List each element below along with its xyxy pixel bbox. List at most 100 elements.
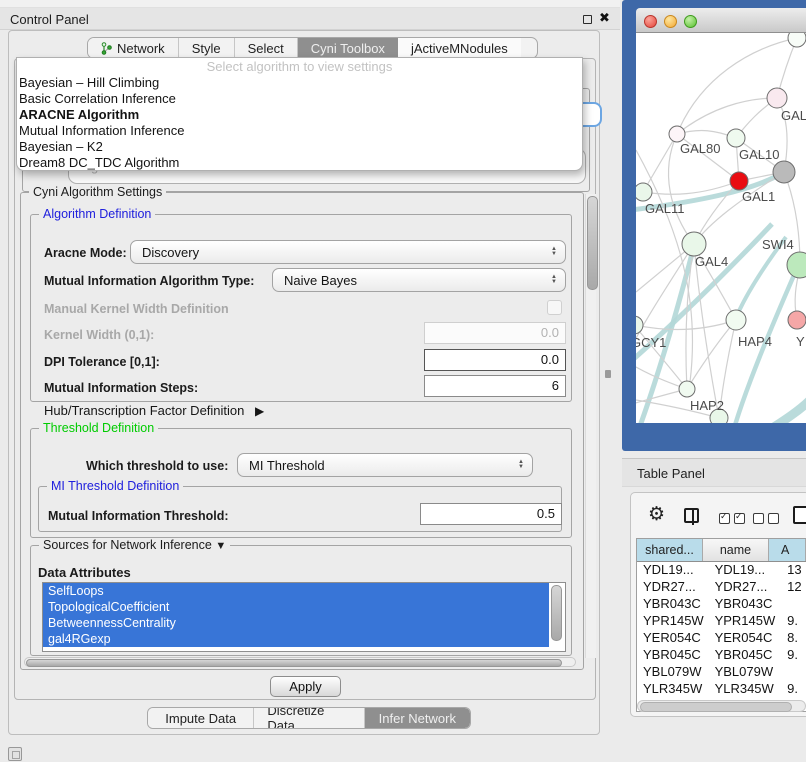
network-node-gray[interactable] xyxy=(773,161,795,183)
splitter-handle[interactable] xyxy=(605,370,611,378)
network-node-gal1-selected[interactable] xyxy=(730,172,748,190)
mi-algorithm-type-combo[interactable]: Naive Bayes ▲▼ xyxy=(272,268,566,292)
settings-vertical-scrollbar[interactable] xyxy=(585,194,596,658)
dropdown-option[interactable]: Basic Correlation Inference xyxy=(17,91,582,107)
settings-horizontal-scrollbar-thumb[interactable] xyxy=(26,659,562,667)
table-icon[interactable] xyxy=(793,506,806,524)
dropdown-option[interactable]: Mutual Information Inference xyxy=(17,123,582,139)
aracne-mode-value: Discovery xyxy=(142,245,551,260)
minimize-traffic-light-icon[interactable] xyxy=(664,15,677,28)
tab-discretize-data[interactable]: Discretize Data xyxy=(254,708,364,728)
network-edge[interactable] xyxy=(643,134,677,192)
tab-network[interactable]: Network xyxy=(88,38,179,58)
tab-impute-data-label: Impute Data xyxy=(165,711,236,726)
close-traffic-light-icon[interactable] xyxy=(644,15,657,28)
list-item-selected[interactable]: gal4RGexp xyxy=(43,631,549,647)
column-header-shared-name[interactable]: shared... xyxy=(637,539,703,561)
node-label-gal1: GAL1 xyxy=(742,189,775,204)
bottom-tabbar: Impute Data Discretize Data Infer Networ… xyxy=(147,707,471,729)
mi-threshold-field[interactable]: 0.5 xyxy=(420,503,562,525)
unchecked-boxes-icon[interactable] xyxy=(753,513,779,524)
float-window-icon[interactable] xyxy=(583,15,592,24)
network-node-hap4[interactable] xyxy=(726,310,746,330)
network-edge[interactable] xyxy=(677,98,777,134)
zoom-traffic-light-icon[interactable] xyxy=(684,15,697,28)
checked-boxes-icon[interactable] xyxy=(719,513,745,524)
network-canvas[interactable]: GAL GAL80 GAL10 GAL1 GAL11 GAL4 SWI4 GCY… xyxy=(636,33,806,423)
network-node-gal4[interactable] xyxy=(682,232,706,256)
settings-vertical-scrollbar-thumb[interactable] xyxy=(587,196,598,290)
network-node-gal10[interactable] xyxy=(727,129,745,147)
mi-steps-field[interactable]: 6 xyxy=(424,375,566,397)
table-row[interactable]: YER054CYER054C8. xyxy=(637,630,806,647)
list-item-selected[interactable]: BetweennessCentrality xyxy=(43,615,549,631)
table-row[interactable]: YDL19...YDL19...13 xyxy=(637,562,806,579)
data-attributes-label: Data Attributes xyxy=(38,565,131,580)
network-node-gal11[interactable] xyxy=(636,183,652,201)
node-label-hap2: HAP2 xyxy=(690,398,724,413)
node-label-gal80: GAL80 xyxy=(680,141,720,156)
which-threshold-combo[interactable]: MI Threshold ▲▼ xyxy=(237,453,533,477)
kernel-width-field[interactable]: 0.0 xyxy=(424,322,566,344)
tab-cyni-toolbox[interactable]: Cyni Toolbox xyxy=(298,38,398,58)
network-node-gcy1[interactable] xyxy=(636,316,643,334)
table-row[interactable]: YBR045CYBR045C9. xyxy=(637,647,806,664)
aracne-mode-combo[interactable]: Discovery ▲▼ xyxy=(130,240,566,264)
table-row[interactable]: YBL079WYBL079W xyxy=(637,664,806,681)
list-item-selected[interactable]: TopologicalCoefficient xyxy=(43,599,549,615)
table-horizontal-scrollbar-thumb[interactable] xyxy=(640,702,792,712)
sources-group-title[interactable]: Sources for Network Inference ▼ xyxy=(39,538,230,552)
settings-horizontal-scrollbar[interactable] xyxy=(24,657,576,667)
network-node[interactable] xyxy=(767,88,787,108)
application-window: Control Panel ✖ Network Style Select Cyn… xyxy=(0,0,806,762)
control-panel-tabbar: Network Style Select Cyni Toolbox jActiv… xyxy=(87,37,538,59)
apply-button-label: Apply xyxy=(289,679,322,694)
column-header-name[interactable]: name xyxy=(703,539,769,561)
tab-select[interactable]: Select xyxy=(235,38,298,58)
dpi-tolerance-field[interactable]: 0.0 xyxy=(424,349,566,371)
gear-icon[interactable]: ⚙ xyxy=(648,503,665,526)
list-item-selected[interactable]: SelfLoops xyxy=(43,583,549,599)
tab-impute-data[interactable]: Impute Data xyxy=(148,708,254,728)
hub-definition-toggle[interactable]: Hub/Transcription Factor Definition ▶ xyxy=(44,403,264,418)
network-edge[interactable] xyxy=(694,244,719,418)
node-label: GAL xyxy=(781,108,806,123)
node-label-gal4: GAL4 xyxy=(695,254,728,269)
tab-jactivemnodules[interactable]: jActiveMNodules xyxy=(398,38,521,58)
split-columns-icon[interactable] xyxy=(684,508,699,523)
list-scrollbar-thumb[interactable] xyxy=(551,585,562,641)
network-window-titlebar[interactable] xyxy=(636,8,806,33)
network-node[interactable] xyxy=(788,33,806,47)
table-row[interactable]: YBR043CYBR043C xyxy=(637,596,806,613)
close-icon[interactable]: ✖ xyxy=(599,10,610,26)
dropdown-option[interactable]: Bayesian – Hill Climbing xyxy=(17,75,582,91)
table-row[interactable]: YPR145WYPR145W9. xyxy=(637,613,806,630)
network-node-salmon[interactable] xyxy=(788,311,806,329)
algorithm-definition-title: Algorithm Definition xyxy=(39,207,155,221)
network-node-hap2[interactable] xyxy=(679,381,695,397)
network-node-gal80[interactable] xyxy=(669,126,685,142)
spinner-arrows-icon: ▲▼ xyxy=(551,275,557,285)
dropdown-option-selected[interactable]: ARACNE Algorithm xyxy=(17,107,582,123)
dropdown-option[interactable]: Bayesian – K2 xyxy=(17,139,582,155)
tab-select-label: Select xyxy=(248,41,284,56)
table-row[interactable]: YDR27...YDR27...12 xyxy=(637,579,806,596)
tab-infer-network-label: Infer Network xyxy=(379,711,456,726)
tab-style[interactable]: Style xyxy=(179,38,235,58)
network-node-swi4[interactable] xyxy=(787,252,806,278)
manual-kernel-width-checkbox[interactable] xyxy=(547,300,562,315)
table-horizontal-scrollbar[interactable] xyxy=(637,700,806,712)
network-tab-icon xyxy=(101,42,112,55)
table-row[interactable]: YLR345WYLR345W9. xyxy=(637,681,806,698)
network-edge[interactable] xyxy=(766,400,806,423)
network-edge[interactable] xyxy=(677,38,797,134)
column-header-partial[interactable]: A xyxy=(769,539,806,561)
node-table: shared... name A YDL19...YDL19...13 YDR2… xyxy=(636,538,806,712)
node-label-gal10: GAL10 xyxy=(739,147,779,162)
dropdown-option[interactable]: Dream8 DC_TDC Algorithm xyxy=(17,155,582,171)
data-attributes-list: SelfLoops TopologicalCoefficient Between… xyxy=(42,582,566,652)
tab-style-label: Style xyxy=(192,41,221,56)
apply-button[interactable]: Apply xyxy=(270,676,341,697)
tab-infer-network[interactable]: Infer Network xyxy=(365,708,470,728)
docked-panel-icon[interactable] xyxy=(8,747,22,761)
